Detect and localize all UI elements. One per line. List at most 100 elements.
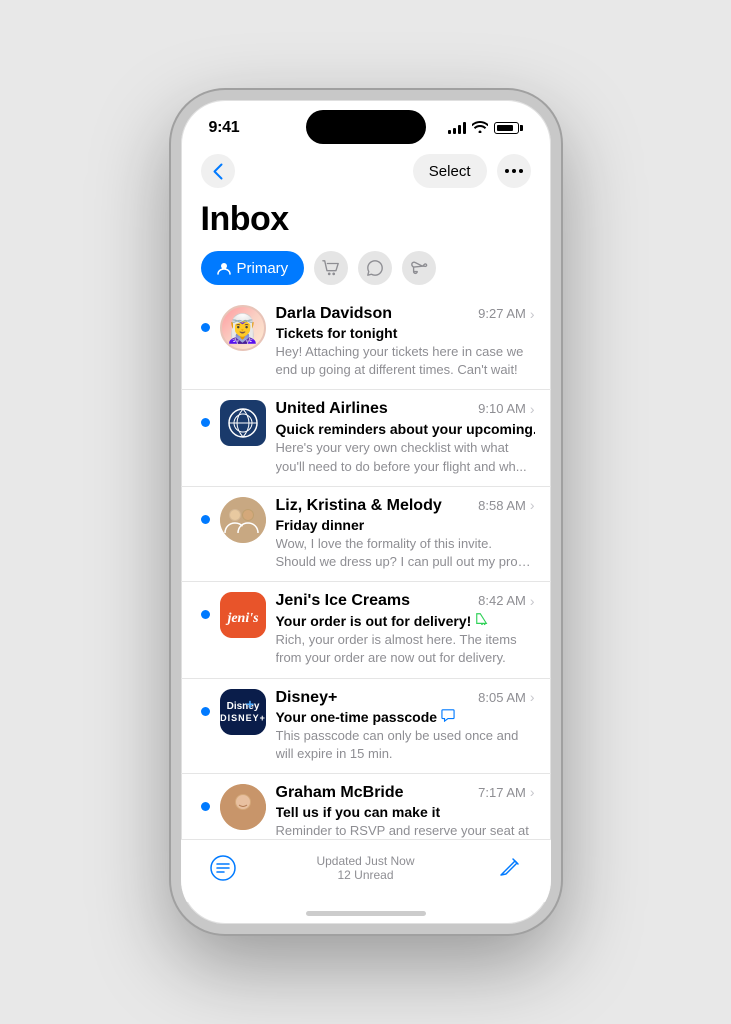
email-preview: Here's your very own checklist with what… bbox=[276, 439, 535, 475]
email-content: Graham McBride 7:17 AM › Tell us if you … bbox=[276, 784, 535, 839]
back-button[interactable] bbox=[201, 154, 235, 188]
email-content: Darla Davidson 9:27 AM › Tickets for ton… bbox=[276, 305, 535, 379]
shopping-tag-icon-2 bbox=[475, 612, 489, 629]
email-sender: Darla Davidson bbox=[276, 305, 392, 323]
email-preview: Wow, I love the formality of this invite… bbox=[276, 535, 535, 571]
email-sender: Liz, Kristina & Melody bbox=[276, 497, 442, 515]
signal-icon bbox=[448, 122, 466, 134]
email-list: 🧝‍♀️ Darla Davidson 9:27 AM › Tickets fo… bbox=[181, 295, 551, 839]
email-subject: Tickets for tonight bbox=[276, 325, 535, 341]
email-time-row: 9:10 AM › bbox=[478, 401, 534, 417]
tab-promotions[interactable] bbox=[402, 251, 436, 285]
nav-right-buttons: Select bbox=[413, 154, 531, 188]
email-item[interactable]: United Airlines 9:10 AM › Quick reminder… bbox=[181, 390, 551, 486]
wifi-icon bbox=[472, 121, 488, 136]
email-time-row: 9:27 AM › bbox=[478, 306, 534, 322]
chevron-right-icon: › bbox=[530, 401, 535, 417]
chevron-right-icon: › bbox=[530, 497, 535, 513]
nav-bar: Select bbox=[181, 150, 551, 196]
email-time: 9:10 AM bbox=[478, 401, 526, 416]
dynamic-island bbox=[306, 110, 426, 144]
unread-indicator bbox=[201, 515, 210, 524]
svg-text:Disney: Disney bbox=[226, 701, 259, 712]
updated-text: Updated Just Now bbox=[316, 854, 414, 868]
avatar bbox=[220, 784, 266, 830]
menu-icon[interactable] bbox=[205, 850, 241, 886]
email-time: 7:17 AM bbox=[478, 785, 526, 800]
email-item[interactable]: Liz, Kristina & Melody 8:58 AM › Friday … bbox=[181, 487, 551, 582]
email-subject: Tell us if you can make it bbox=[276, 804, 535, 820]
avatar: 🧝‍♀️ bbox=[220, 305, 266, 351]
status-time: 9:41 bbox=[209, 119, 240, 137]
email-sender: Jeni's Ice Creams bbox=[276, 592, 411, 610]
inbox-header: Inbox bbox=[181, 196, 551, 251]
avatar: Disney + DISNEY+ bbox=[220, 689, 266, 735]
svg-text:+: + bbox=[245, 696, 253, 712]
status-icons bbox=[448, 121, 523, 136]
email-sender: United Airlines bbox=[276, 400, 388, 418]
email-preview: This passcode can only be used once and … bbox=[276, 727, 535, 763]
email-content: Disney+ 8:05 AM › Your one-time passcode… bbox=[276, 689, 535, 763]
email-item[interactable]: Graham McBride 7:17 AM › Tell us if you … bbox=[181, 774, 551, 839]
email-content: United Airlines 9:10 AM › Quick reminder… bbox=[276, 400, 535, 475]
tab-shopping[interactable] bbox=[314, 251, 348, 285]
status-center: Updated Just Now 12 Unread bbox=[316, 854, 414, 882]
unread-indicator bbox=[201, 610, 210, 619]
email-subject: Your one-time passcode bbox=[276, 709, 535, 725]
chevron-right-icon: › bbox=[530, 306, 535, 322]
email-subject: Friday dinner bbox=[276, 517, 535, 533]
email-header-row: Liz, Kristina & Melody 8:58 AM › bbox=[276, 497, 535, 515]
email-time: 9:27 AM bbox=[478, 306, 526, 321]
tab-primary-label: Primary bbox=[237, 260, 289, 277]
email-header-row: Jeni's Ice Creams 8:42 AM › bbox=[276, 592, 535, 610]
email-time: 8:05 AM bbox=[478, 690, 526, 705]
avatar: jeni's bbox=[220, 592, 266, 638]
email-header-row: United Airlines 9:10 AM › bbox=[276, 400, 535, 418]
svg-text:jeni's: jeni's bbox=[225, 611, 259, 626]
chat-tag-icon bbox=[441, 709, 455, 725]
unread-indicator bbox=[201, 418, 210, 427]
tab-social[interactable] bbox=[358, 251, 392, 285]
email-sender: Graham McBride bbox=[276, 784, 404, 802]
email-subject: Your order is out for delivery! bbox=[276, 612, 535, 629]
email-preview: Hey! Attaching your tickets here in case… bbox=[276, 343, 535, 379]
email-item[interactable]: jeni's Jeni's Ice Creams 8:42 AM › Your … bbox=[181, 582, 551, 678]
chevron-right-icon: › bbox=[530, 784, 535, 800]
email-time: 8:42 AM bbox=[478, 593, 526, 608]
unread-indicator bbox=[201, 802, 210, 811]
phone-frame: 9:41 bbox=[171, 90, 561, 934]
email-header-row: Disney+ 8:05 AM › bbox=[276, 689, 535, 707]
more-button[interactable] bbox=[497, 154, 531, 188]
battery-icon bbox=[494, 122, 523, 134]
email-time-row: 8:58 AM › bbox=[478, 497, 534, 513]
inbox-title: Inbox bbox=[201, 200, 531, 239]
email-sender: Disney+ bbox=[276, 689, 338, 707]
email-item[interactable]: Disney + DISNEY+ Disney+ 8:05 AM › Your … bbox=[181, 679, 551, 774]
email-header-row: Graham McBride 7:17 AM › bbox=[276, 784, 535, 802]
bottom-bar: Updated Just Now 12 Unread bbox=[181, 839, 551, 902]
email-item[interactable]: 🧝‍♀️ Darla Davidson 9:27 AM › Tickets fo… bbox=[181, 295, 551, 390]
email-time-row: 8:42 AM › bbox=[478, 593, 534, 609]
svg-text:DISNEY+: DISNEY+ bbox=[220, 713, 266, 723]
home-bar bbox=[306, 911, 426, 916]
email-time: 8:58 AM bbox=[478, 498, 526, 513]
email-header-row: Darla Davidson 9:27 AM › bbox=[276, 305, 535, 323]
filter-tabs: Primary bbox=[181, 251, 551, 295]
unread-count: 12 Unread bbox=[316, 868, 414, 882]
email-preview: Reminder to RSVP and reserve your seat a… bbox=[276, 822, 535, 839]
unread-indicator bbox=[201, 707, 210, 716]
home-indicator bbox=[181, 902, 551, 924]
avatar bbox=[220, 400, 266, 446]
email-time-row: 8:05 AM › bbox=[478, 689, 534, 705]
email-preview: Rich, your order is almost here. The ite… bbox=[276, 631, 535, 667]
compose-button[interactable] bbox=[491, 850, 527, 886]
select-button[interactable]: Select bbox=[413, 154, 487, 188]
chevron-right-icon: › bbox=[530, 689, 535, 705]
email-subject: Quick reminders about your upcoming... bbox=[276, 420, 535, 437]
email-content: Jeni's Ice Creams 8:42 AM › Your order i… bbox=[276, 592, 535, 667]
unread-indicator bbox=[201, 323, 210, 332]
email-time-row: 7:17 AM › bbox=[478, 784, 534, 800]
tab-primary[interactable]: Primary bbox=[201, 251, 305, 285]
avatar bbox=[220, 497, 266, 543]
email-content: Liz, Kristina & Melody 8:58 AM › Friday … bbox=[276, 497, 535, 571]
